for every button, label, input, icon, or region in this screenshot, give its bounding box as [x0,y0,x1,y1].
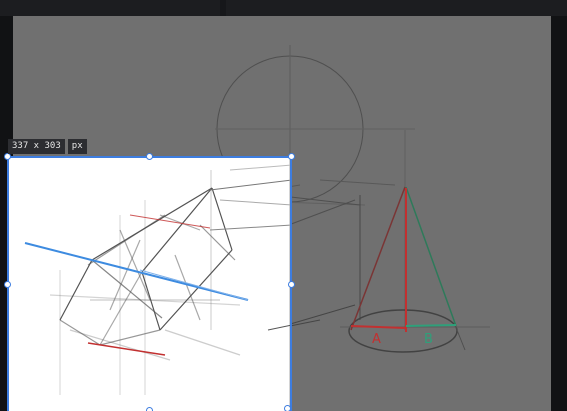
crop-handle-top-right[interactable] [288,153,295,160]
crop-selection-area[interactable] [7,156,292,411]
crop-size-value: 337 x 303 [8,139,65,154]
cone-left-edge [350,186,406,331]
crop-handle-left-middle[interactable] [4,281,11,288]
cone-right-edge [405,186,457,327]
crop-handle-bottom-right[interactable] [284,405,291,411]
crop-size-unit: px [67,139,87,154]
crop-size-readout: 337 x 303 px [8,139,87,154]
crop-handle-right-middle[interactable] [288,281,295,288]
image-editor: A B 337 x 303 px [0,0,567,411]
crop-handle-bottom-middle[interactable] [146,407,153,411]
label-a: A [372,332,381,347]
blue-guide-line [24,242,249,301]
crop-handle-top-middle[interactable] [146,153,153,160]
crop-handle-top-left[interactable] [4,153,11,160]
label-b: B [424,332,433,347]
